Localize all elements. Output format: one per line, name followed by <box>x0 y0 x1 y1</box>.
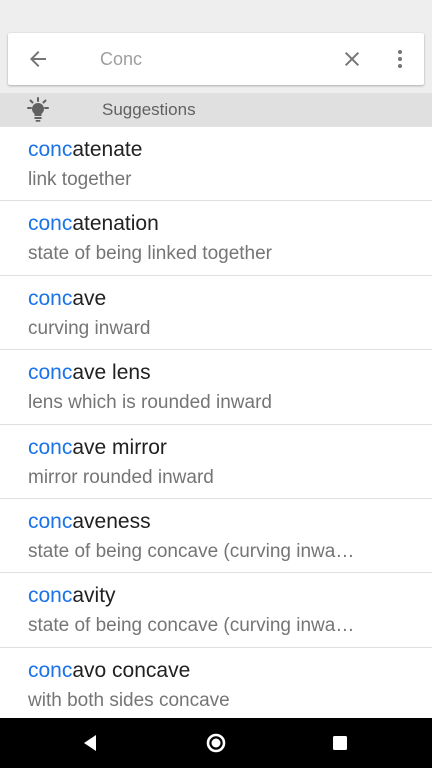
suggestion-definition: state of being concave (curving inwa… <box>28 540 355 562</box>
match-highlight: conc <box>28 286 73 310</box>
match-highlight: conc <box>28 435 73 459</box>
suggestions-header: Suggestions <box>0 93 432 127</box>
suggestion-word: concatenate <box>28 138 142 162</box>
suggestion-word: concatenation <box>28 212 159 236</box>
list-item[interactable]: concave curving inward <box>0 276 432 351</box>
list-item[interactable]: concaveness state of being concave (curv… <box>0 499 432 574</box>
word-rest: ave lens <box>72 361 151 385</box>
nav-recents-icon <box>333 736 347 750</box>
nav-home-button[interactable] <box>186 718 246 768</box>
suggestion-definition: state of being concave (curving inwa… <box>28 615 355 637</box>
nav-home-icon <box>206 733 226 753</box>
match-highlight: conc <box>28 509 73 533</box>
suggestion-definition: with both sides concave <box>28 689 230 711</box>
match-highlight: conc <box>28 658 73 682</box>
word-rest: ave mirror <box>72 435 167 459</box>
more-vert-icon <box>398 50 402 68</box>
search-input[interactable] <box>100 45 320 73</box>
search-bar <box>8 33 424 85</box>
suggestion-word: concavity <box>28 584 116 608</box>
match-highlight: conc <box>28 584 73 608</box>
close-icon <box>345 52 359 66</box>
system-nav-bar <box>0 718 432 768</box>
suggestion-definition: state of being linked together <box>28 243 273 265</box>
suggestions-label: Suggestions <box>102 100 196 119</box>
nav-back-button[interactable] <box>60 718 120 768</box>
list-item[interactable]: concatenation state of being linked toge… <box>0 201 432 276</box>
match-highlight: conc <box>28 212 73 236</box>
suggestion-word: concave lens <box>28 361 151 385</box>
top-area <box>0 0 432 93</box>
list-item[interactable]: concave lens lens which is rounded inwar… <box>0 350 432 425</box>
word-rest: atenation <box>72 212 159 236</box>
nav-recents-button[interactable] <box>310 718 370 768</box>
suggestion-definition: lens which is rounded inward <box>28 392 272 414</box>
suggestion-word: concave <box>28 287 106 311</box>
list-item[interactable]: concavity state of being concave (curvin… <box>0 573 432 648</box>
list-item[interactable]: concave mirror mirror rounded inward <box>0 425 432 499</box>
lightbulb-icon <box>27 97 49 122</box>
word-rest: avo concave <box>72 658 191 682</box>
suggestion-word: concave mirror <box>28 436 167 460</box>
word-rest: atenate <box>72 138 143 161</box>
more-options-button[interactable] <box>376 33 424 85</box>
nav-back-icon <box>84 735 96 751</box>
suggestion-definition: curving inward <box>28 317 151 339</box>
clear-button[interactable] <box>328 33 376 85</box>
arrow-back-icon <box>30 51 46 67</box>
list-item[interactable]: concavo concave with both sides concave <box>0 648 432 722</box>
word-rest: avity <box>72 584 116 608</box>
word-rest: aveness <box>72 509 151 533</box>
suggestion-word: concavo concave <box>28 659 190 683</box>
suggestion-list: concatenate link together concatenation … <box>0 127 432 722</box>
suggestion-definition: mirror rounded inward <box>28 466 214 488</box>
match-highlight: conc <box>28 361 73 385</box>
word-rest: ave <box>72 286 107 310</box>
suggestion-word: concaveness <box>28 510 151 534</box>
suggestion-definition: link together <box>28 169 132 190</box>
list-item[interactable]: concatenate link together <box>0 127 432 202</box>
match-highlight: conc <box>28 138 73 161</box>
back-button[interactable] <box>14 33 62 85</box>
